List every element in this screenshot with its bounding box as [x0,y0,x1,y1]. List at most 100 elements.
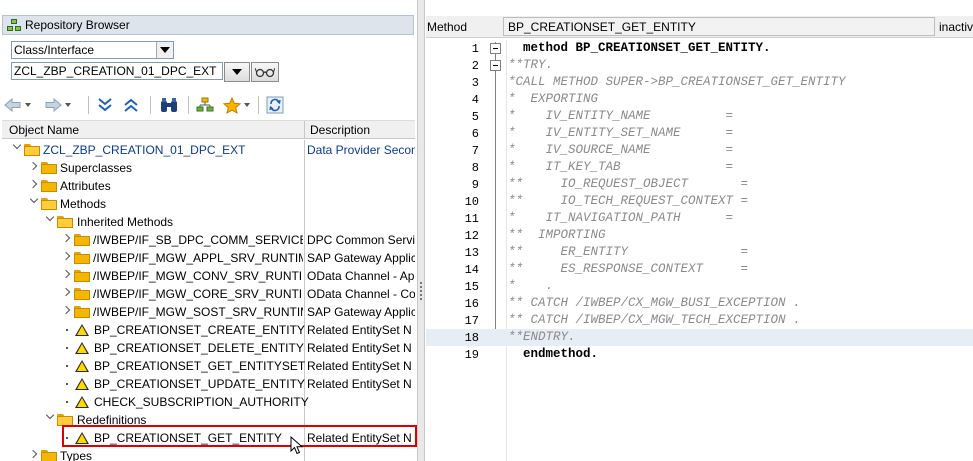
tree-node-label: CHECK_SUBSCRIPTION_AUTHORITY [94,395,309,409]
code-line[interactable]: 12 ** IMPORTING [426,227,973,244]
chevron-right-icon[interactable] [61,251,71,261]
folder-open-icon [41,198,57,210]
chevron-down-icon[interactable] [45,212,55,222]
tree-node-method[interactable]: BP_CREATIONSET_DELETE_ENTITY Related Ent… [2,339,415,357]
tree-node-label: /IWBEP/IF_SB_DPC_COMM_SERVICES [93,233,303,247]
code-line[interactable]: 19 endmethod. [426,346,973,363]
code-line[interactable]: 9 ** IO_REQUEST_OBJECT = [426,176,973,193]
tree-node-interface[interactable]: /IWBEP/IF_MGW_APPL_SRV_RUNTIME SAP Gatew… [2,249,415,267]
chevron-right-icon[interactable] [61,233,71,243]
arrow-left-icon [3,98,20,112]
line-number: 2 [471,59,479,73]
chevron-right-icon[interactable] [61,269,71,279]
warning-icon [75,378,89,390]
chevron-down-icon[interactable] [45,410,55,420]
forward-button[interactable] [42,94,72,116]
chevron-down-icon[interactable] [156,42,173,58]
tree-node-label: Superclasses [60,161,133,175]
code-line[interactable]: 15 * . [426,278,973,295]
tree-node-inherited-methods[interactable]: Inherited Methods [2,212,415,231]
code-text: ** ER_ENTITY = [508,245,749,259]
tree-header: Object Name Description [2,120,415,139]
find-button[interactable] [158,94,180,116]
tree-node-interface[interactable]: /IWBEP/IF_MGW_SOST_SRV_RUNTIME SAP Gatew… [2,303,415,321]
chevron-right-icon[interactable] [28,161,38,171]
collapse-button[interactable] [94,94,116,116]
code-line[interactable]: 10 ** IO_TECH_REQUEST_CONTEXT = [426,193,973,210]
warning-icon [75,396,89,408]
code-line[interactable]: 11 * IT_NAVIGATION_PATH = [426,210,973,227]
warning-icon [75,324,89,336]
display-button[interactable] [251,62,279,82]
tree-node-class[interactable]: ZCL_ZBP_CREATION_01_DPC_EXT Data Provide… [2,140,415,159]
tree-node-method[interactable]: CHECK_SUBSCRIPTION_AUTHORITY [2,393,415,411]
abap-editor-panel: Method BP_CREATIONSET_GET_ENTITY inactiv… [426,0,973,461]
line-number: 10 [464,195,479,209]
object-name-dropdown-button[interactable] [224,62,250,82]
code-line[interactable]: 1 method BP_CREATIONSET_GET_ENTITY. [426,40,973,57]
chevron-down-icon[interactable] [12,140,22,150]
fold-toggle-icon[interactable] [490,43,501,54]
object-name-input[interactable]: ZCL_ZBP_CREATION_01_DPC_EXT [11,62,223,80]
code-line[interactable]: 6 * IV_ENTITY_SET_NAME = [426,125,973,142]
code-line[interactable]: 8 * IT_KEY_TAB = [426,159,973,176]
code-line[interactable]: 14 ** ES_RESPONSE_CONTEXT = [426,261,973,278]
refresh-button[interactable] [264,94,286,116]
code-editor[interactable]: 1 method BP_CREATIONSET_GET_ENTITY. 2 **… [426,40,973,461]
fold-toggle-icon[interactable] [490,60,501,71]
column-header-description[interactable]: Description [310,123,370,137]
code-text: endmethod. [508,347,599,361]
folder-open-icon [57,216,73,228]
code-line[interactable]: 16 ** CATCH /IWBEP/CX_MGW_BUSI_EXCEPTION… [426,295,973,312]
tree-node-method[interactable]: BP_CREATIONSET_GET_ENTITYSET Related Ent… [2,357,415,375]
tree-node-interface[interactable]: /IWBEP/IF_SB_DPC_COMM_SERVICES DPC Commo… [2,231,415,249]
chevron-right-icon[interactable] [28,179,38,189]
chevron-right-icon[interactable] [61,305,71,315]
tree-node-label: ZCL_ZBP_CREATION_01_DPC_EXT [43,143,246,157]
panel-splitter[interactable] [417,0,425,461]
tree-node-types[interactable]: Types [2,447,415,461]
object-type-select[interactable]: Class/Interface [11,41,174,59]
code-text: **TRY. [508,58,554,72]
tree-node-interface[interactable]: /IWBEP/IF_MGW_CORE_SRV_RUNTIME OData Cha… [2,285,415,303]
line-number: 15 [464,280,479,294]
repository-browser-title: Repository Browser [25,18,130,32]
code-line[interactable]: 3 *CALL METHOD SUPER->BP_CREATIONSET_GET… [426,74,973,91]
line-number: 11 [464,212,479,226]
line-number: 17 [464,314,479,328]
back-button[interactable] [2,94,32,116]
tree-node-interface[interactable]: /IWBEP/IF_MGW_CONV_SRV_RUNTIME OData Cha… [2,267,415,285]
tree-node-attributes[interactable]: Attributes [2,177,415,195]
expand-button[interactable] [120,94,142,116]
tree-node-description: SAP Gateway Applic [307,251,415,265]
browser-toolbar [2,94,302,116]
code-line[interactable]: 13 ** ER_ENTITY = [426,244,973,261]
column-header-object-name[interactable]: Object Name [9,123,79,137]
tree-node-superclasses[interactable]: Superclasses [2,159,415,177]
folder-icon [74,306,90,318]
code-line[interactable]: 17 ** CATCH /IWBEP/CX_MGW_TECH_EXCEPTION… [426,312,973,329]
code-line-current[interactable]: 18 **ENDTRY. [426,329,973,346]
code-text: *CALL METHOD SUPER->BP_CREATIONSET_GET_E… [508,75,846,89]
chevron-right-icon[interactable] [28,449,38,459]
code-text: * IV_SOURCE_NAME = [508,143,734,157]
tree-node-label: BP_CREATIONSET_CREATE_ENTITY [94,323,305,337]
line-number: 8 [471,161,479,175]
folder-open-icon [24,144,40,156]
tree-node-methods[interactable]: Methods [2,194,415,213]
line-number: 5 [471,110,479,124]
favorites-button[interactable] [220,94,252,116]
code-line[interactable]: 7 * IV_SOURCE_NAME = [426,142,973,159]
code-text: * EXPORTING [508,92,599,106]
code-line[interactable]: 2 **TRY. [426,57,973,74]
collapse-icon [98,98,112,112]
tree-node-method[interactable]: BP_CREATIONSET_UPDATE_ENTITY Related Ent… [2,375,415,393]
code-line[interactable]: 5 * IV_ENTITY_NAME = [426,108,973,125]
folder-icon [41,162,57,174]
tree-node-method[interactable]: BP_CREATIONSET_CREATE_ENTITY Related Ent… [2,321,415,339]
chevron-right-icon[interactable] [61,287,71,297]
hierarchy-button[interactable] [194,94,216,116]
chevron-down-icon[interactable] [29,194,39,204]
code-line[interactable]: 4 * EXPORTING [426,91,973,108]
tree-node-label: BP_CREATIONSET_GET_ENTITYSET [94,359,306,373]
